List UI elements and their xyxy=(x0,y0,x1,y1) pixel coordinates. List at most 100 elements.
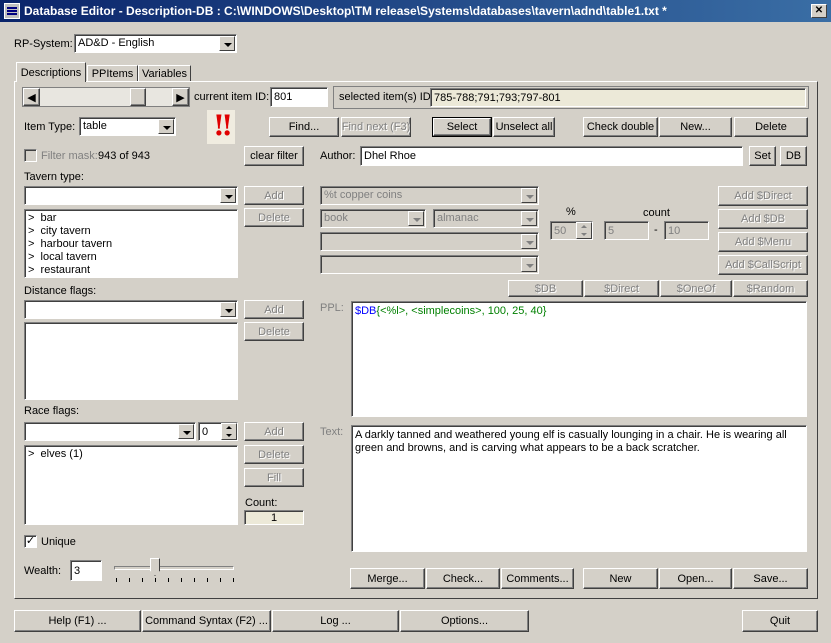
command-syntax-button[interactable]: Command Syntax (F2) ... xyxy=(142,610,271,632)
filter-mask-checkbox[interactable] xyxy=(24,149,37,162)
add-db-button[interactable]: Add $DB xyxy=(718,209,808,229)
race-flags-list[interactable]: > elves (1) xyxy=(24,445,238,525)
unique-checkbox[interactable]: ✓ xyxy=(24,535,37,548)
add-menu-button[interactable]: Add $Menu xyxy=(718,232,808,252)
race-flags-label: Race flags: xyxy=(24,405,80,417)
tab-ppitems[interactable]: PPItems xyxy=(87,65,138,82)
count-max-field[interactable]: 10 xyxy=(664,221,709,240)
item-category-select[interactable]: book xyxy=(320,209,426,228)
macro-db-button[interactable]: $DB xyxy=(508,280,583,297)
distance-flags-list[interactable] xyxy=(24,322,238,400)
item-subtype-select[interactable]: almanac xyxy=(433,209,539,228)
scroll-left-icon[interactable]: ◀ xyxy=(23,88,40,106)
race-flags-fill-button[interactable]: Fill xyxy=(244,468,304,487)
open-button[interactable]: Open... xyxy=(659,568,732,589)
macro-oneof-button[interactable]: $OneOf xyxy=(660,280,732,297)
author-field[interactable]: Dhel Rhoe xyxy=(360,146,743,166)
text-editor[interactable]: A darkly tanned and weathered young elf … xyxy=(351,425,807,552)
distance-flags-add-button[interactable]: Add xyxy=(244,300,304,319)
chevron-down-icon[interactable] xyxy=(521,211,537,226)
chevron-down-icon[interactable] xyxy=(178,424,194,439)
unique-label: Unique xyxy=(41,536,76,548)
macro-random-button[interactable]: $Random xyxy=(733,280,808,297)
unselect-all-button[interactable]: Unselect all xyxy=(493,117,555,137)
save-button[interactable]: Save... xyxy=(733,568,808,589)
check-button[interactable]: Check... xyxy=(426,568,500,589)
tab-descriptions[interactable]: Descriptions xyxy=(16,62,86,82)
item-type-select[interactable]: table xyxy=(79,117,176,136)
count-label: Count: xyxy=(245,497,278,509)
chevron-down-icon[interactable] xyxy=(408,211,424,226)
log-button[interactable]: Log ... xyxy=(272,610,399,632)
close-icon[interactable]: ✕ xyxy=(811,4,827,18)
chevron-down-icon[interactable] xyxy=(220,188,236,203)
chevron-down-icon[interactable] xyxy=(521,188,537,203)
scroll-thumb[interactable] xyxy=(130,88,146,106)
tavern-type-add-button[interactable]: Add xyxy=(244,186,304,205)
list-item[interactable]: > city tavern xyxy=(28,225,234,238)
distance-flags-label: Distance flags: xyxy=(24,285,97,297)
rp-system-select[interactable]: AD&D - English xyxy=(74,34,237,53)
item-subtype-value: almanac xyxy=(437,212,479,224)
chevron-down-icon[interactable] xyxy=(220,302,236,317)
tavern-type-select[interactable] xyxy=(24,186,238,205)
current-item-id-field[interactable]: 801 xyxy=(270,87,328,107)
list-item[interactable]: > harbour tavern xyxy=(28,238,234,251)
help-button[interactable]: Help (F1) ... xyxy=(14,610,141,632)
ppl-editor[interactable]: $DB{<%l>, <simplecoins>, 100, 25, 40} xyxy=(351,301,807,417)
ppl-label: PPL: xyxy=(320,302,344,314)
item-scrollbar[interactable]: ◀ ▶ xyxy=(22,87,190,107)
coins-template-select[interactable]: %t copper coins xyxy=(320,186,539,205)
alert-icon: !! xyxy=(207,110,235,144)
clear-filter-button[interactable]: clear filter xyxy=(244,146,304,166)
chevron-down-icon[interactable] xyxy=(521,234,537,249)
new-file-button[interactable]: New xyxy=(583,568,658,589)
chevron-down-icon[interactable] xyxy=(158,119,174,134)
add-callscript-button[interactable]: Add $CallScript xyxy=(718,255,808,275)
options-button[interactable]: Options... xyxy=(400,610,529,632)
wealth-slider-thumb[interactable] xyxy=(150,558,160,576)
text-label: Text: xyxy=(320,426,344,438)
author-db-button[interactable]: DB xyxy=(780,146,807,166)
delete-button[interactable]: Delete xyxy=(734,117,808,137)
race-flags-select[interactable] xyxy=(24,422,196,441)
comments-button[interactable]: Comments... xyxy=(501,568,574,589)
chevron-down-icon[interactable] xyxy=(521,257,537,272)
find-next-button[interactable]: Find next (F3) xyxy=(341,117,411,137)
selected-items-field[interactable]: 785-788;791;793;797-801 xyxy=(430,88,806,107)
list-item-label: bar xyxy=(40,212,57,224)
check-double-button[interactable]: Check double xyxy=(583,117,658,137)
new-button[interactable]: New... xyxy=(659,117,732,137)
list-item[interactable]: > bar xyxy=(28,212,234,225)
select-button[interactable]: Select xyxy=(432,117,492,137)
quit-button[interactable]: Quit xyxy=(742,610,818,632)
tavern-type-list[interactable]: > bar > city tavern > harbour tavern > l… xyxy=(24,209,238,278)
list-item[interactable]: > restaurant xyxy=(28,264,234,277)
tab-variables-label: Variables xyxy=(141,68,188,80)
merge-button[interactable]: Merge... xyxy=(350,568,425,589)
author-label: Author: xyxy=(320,150,356,162)
race-flags-add-button[interactable]: Add xyxy=(244,422,304,441)
find-button[interactable]: Find... xyxy=(269,117,339,137)
count-min-field[interactable]: 5 xyxy=(604,221,649,240)
generator-select-4[interactable] xyxy=(320,232,539,251)
wealth-field[interactable]: 3 xyxy=(70,560,102,581)
tab-variables[interactable]: Variables xyxy=(138,65,191,82)
wealth-slider[interactable] xyxy=(112,558,236,586)
percent-spinner-icon[interactable] xyxy=(576,222,592,239)
list-item[interactable]: > local tavern xyxy=(28,251,234,264)
race-flags-spinner-icon[interactable] xyxy=(221,423,237,440)
chevron-down-icon[interactable] xyxy=(219,36,235,51)
list-item[interactable]: > elves (1) xyxy=(28,448,234,461)
scroll-right-icon[interactable]: ▶ xyxy=(172,88,189,106)
distance-flags-delete-button[interactable]: Delete xyxy=(244,322,304,341)
generator-select-5[interactable] xyxy=(320,255,539,274)
race-flags-delete-button[interactable]: Delete xyxy=(244,445,304,464)
add-direct-button[interactable]: Add $Direct xyxy=(718,186,808,206)
distance-flags-select[interactable] xyxy=(24,300,238,319)
item-type-label: Item Type: xyxy=(24,121,76,133)
macro-direct-button[interactable]: $Direct xyxy=(584,280,659,297)
tavern-type-delete-button[interactable]: Delete xyxy=(244,208,304,227)
author-set-button[interactable]: Set xyxy=(749,146,776,166)
database-app-icon[interactable] xyxy=(4,3,20,19)
